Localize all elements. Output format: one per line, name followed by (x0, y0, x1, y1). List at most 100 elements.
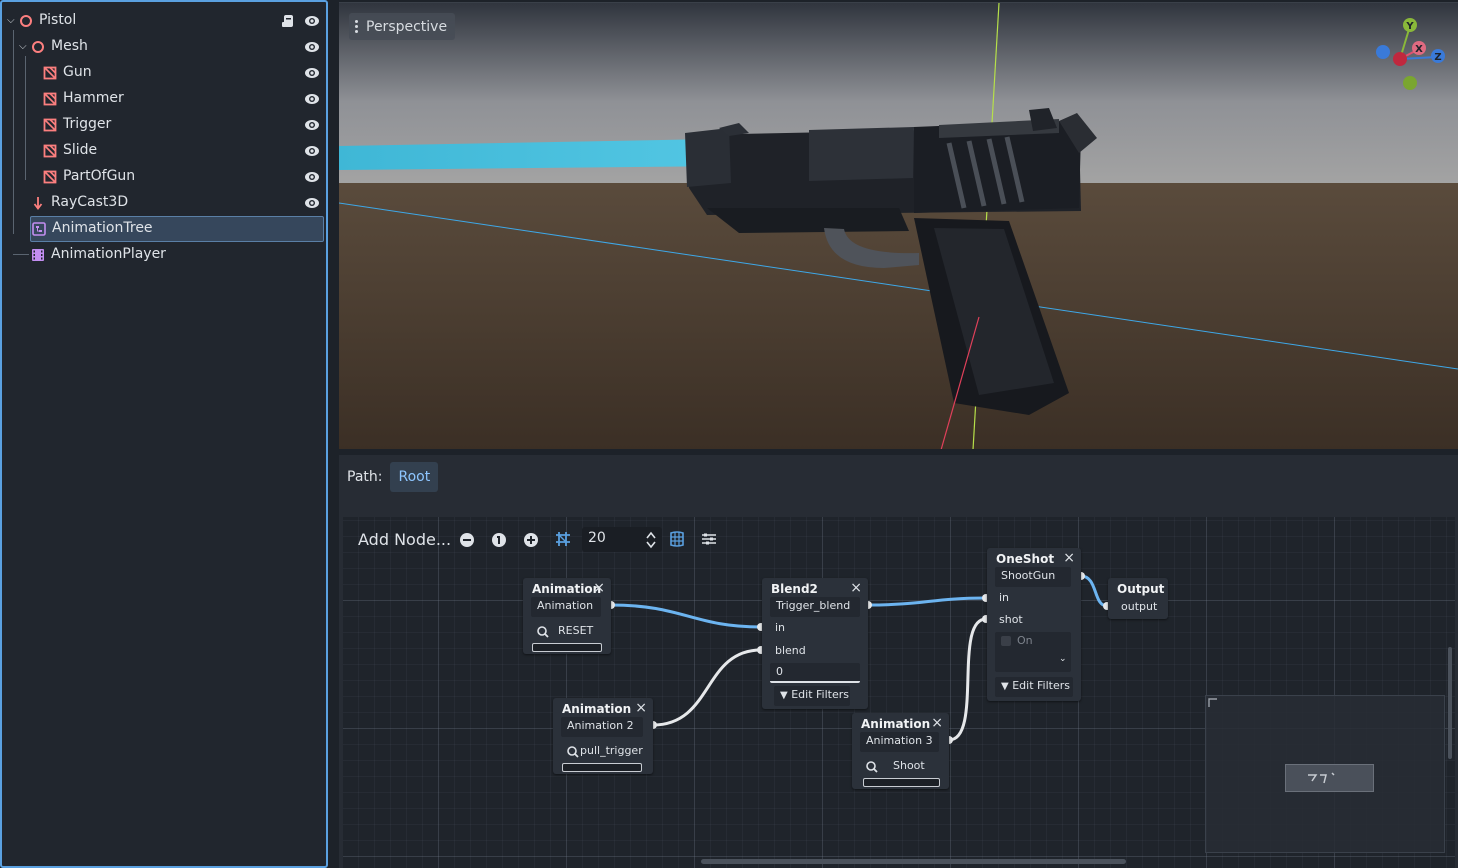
chevron-down-icon[interactable]: ⌵ (19, 41, 27, 52)
node-output-name[interactable]: Trigger_blend (770, 597, 860, 617)
mesh-instance-icon (43, 170, 57, 184)
close-icon[interactable]: × (593, 580, 605, 596)
tree-item-hammer[interactable]: Hammer (2, 86, 324, 112)
mesh-instance-icon (43, 144, 57, 158)
node-output-name[interactable]: Animation 3 (860, 732, 939, 752)
minimap-viewport-rect[interactable] (1285, 764, 1374, 792)
tree-item-label: Pistol (39, 12, 77, 28)
visibility-eye-icon[interactable] (304, 67, 320, 79)
port-label-blend: blend (775, 644, 806, 657)
gizmo-neg-z-handle[interactable] (1376, 45, 1390, 59)
perspective-label: Perspective (366, 18, 448, 35)
script-icon[interactable] (281, 14, 295, 28)
edit-filters-label: Edit Filters (1012, 679, 1070, 692)
path-root-button[interactable]: Root (390, 462, 439, 492)
mesh-instance-icon (43, 66, 57, 80)
graph-node-animation-2[interactable]: Animation × Animation 2 pull_trigger (553, 698, 653, 774)
tree-item-trigger[interactable]: Trigger (2, 112, 324, 138)
graph-node-output[interactable]: Output output (1108, 578, 1168, 619)
animation-tree-icon (32, 222, 46, 236)
port-label-shot: shot (999, 613, 1023, 626)
tree-item-raycast3d[interactable]: RayCast3D (2, 190, 324, 216)
node-title: OneShot (996, 552, 1055, 566)
gizmo-neg-y-handle[interactable] (1403, 76, 1417, 90)
chevron-down-icon[interactable]: ⌵ (7, 15, 15, 26)
connection-blend-to-oneshot (867, 596, 987, 607)
visibility-eye-icon[interactable] (304, 41, 320, 53)
node-output-name[interactable]: ShootGun (995, 567, 1071, 587)
connection-oneshot-to-output (1080, 574, 1108, 608)
raycast-icon (33, 197, 43, 210)
viewport-scene (339, 3, 1458, 449)
visibility-eye-icon[interactable] (304, 197, 320, 209)
minimap-resize-icon[interactable] (1208, 698, 1218, 708)
node-title: Blend2 (771, 582, 818, 596)
tree-item-mesh[interactable]: ⌵ Mesh (2, 34, 324, 60)
connection-anim-to-blend-in (610, 603, 762, 629)
graph-node-blend2[interactable]: Blend2 × Trigger_blend in blend 0 ▼ Edit… (762, 578, 868, 709)
horizontal-scrollbar[interactable] (701, 859, 1126, 864)
tree-item-label: RayCast3D (51, 194, 129, 210)
tree-item-gun[interactable]: Gun (2, 60, 324, 86)
node-title: Animation (861, 717, 931, 731)
visibility-eye-icon[interactable] (304, 145, 320, 157)
graph-minimap[interactable] (1205, 695, 1445, 853)
visibility-eye-icon[interactable] (304, 119, 320, 131)
graph-node-animation-3[interactable]: Animation × Animation 3 Shoot (852, 713, 949, 789)
oneshot-request-box[interactable]: On ⌄ (995, 632, 1071, 672)
close-icon[interactable]: × (850, 580, 862, 596)
path-label: Path: (347, 469, 383, 485)
path-bar: Path: Root (339, 455, 1458, 499)
close-icon[interactable]: × (931, 715, 943, 731)
3d-viewport[interactable]: Perspective Y X Z (339, 2, 1458, 449)
close-icon[interactable]: × (1063, 550, 1075, 566)
node-output-name[interactable]: Animation 2 (561, 717, 643, 737)
oneshot-toggle-label: On (1017, 634, 1033, 647)
port-label-in: in (999, 591, 1010, 604)
graph-node-animation[interactable]: Animation × Animation RESET (523, 578, 611, 654)
animation-select-icon[interactable] (866, 761, 878, 773)
node-title: Output (1117, 582, 1165, 596)
kebab-menu-icon (355, 20, 358, 33)
close-icon[interactable]: × (635, 700, 647, 716)
animation-clip-name[interactable]: Shoot (893, 759, 925, 772)
tree-item-pistol[interactable]: ⌵ Pistol (2, 8, 324, 34)
vertical-scrollbar[interactable] (1448, 647, 1452, 759)
animation-clip-name[interactable]: pull_trigger (580, 744, 643, 757)
node-output-name[interactable]: Animation (531, 597, 601, 617)
tree-item-partofgun[interactable]: PartOfGun (2, 164, 324, 190)
animation-clip-name[interactable]: RESET (558, 624, 593, 637)
animation-select-icon[interactable] (537, 626, 549, 638)
animation-progress-bar (562, 763, 642, 772)
tree-item-animationtree[interactable]: AnimationTree (30, 216, 324, 242)
connection-anim3-to-oneshot-shot (948, 617, 987, 742)
edit-filters-button[interactable]: ▼ Edit Filters (995, 677, 1073, 697)
animation-player-icon (32, 249, 44, 261)
mesh-instance-icon (43, 118, 57, 132)
blend-amount-slider[interactable]: 0 (770, 663, 860, 683)
gizmo-y-label: Y (1405, 21, 1414, 32)
visibility-eye-icon[interactable] (304, 15, 320, 27)
tree-item-slide[interactable]: Slide (2, 138, 324, 164)
visibility-eye-icon[interactable] (304, 171, 320, 183)
tree-item-label: Mesh (51, 38, 88, 54)
tree-item-label: AnimationPlayer (51, 246, 166, 262)
port-label-in: in (775, 621, 786, 634)
blend-tree-graph[interactable]: Add Node... 20 Animation × Animation RES… (343, 517, 1455, 868)
visibility-eye-icon[interactable] (304, 93, 320, 105)
tree-item-label: Gun (63, 64, 92, 80)
gizmo-neg-x-handle[interactable] (1393, 52, 1407, 66)
blend-amount-value: 0 (776, 665, 783, 678)
graph-node-oneshot[interactable]: OneShot × ShootGun in shot On ⌄ ▼ Edit F… (987, 548, 1081, 701)
node3d-icon (32, 41, 44, 53)
chevron-down-icon[interactable]: ⌄ (1059, 654, 1067, 664)
minimap-nodes (1308, 772, 1335, 784)
tree-item-label: AnimationTree (52, 220, 153, 236)
tree-item-animationplayer[interactable]: AnimationPlayer (2, 242, 324, 268)
animation-select-icon[interactable] (567, 746, 579, 758)
axis-gizmo[interactable]: Y X Z (1369, 15, 1449, 95)
checkbox-icon[interactable] (1001, 636, 1011, 646)
edit-filters-button[interactable]: ▼ Edit Filters (774, 686, 850, 706)
perspective-menu-button[interactable]: Perspective (349, 13, 456, 40)
connection-anim2-to-blend (652, 648, 762, 727)
